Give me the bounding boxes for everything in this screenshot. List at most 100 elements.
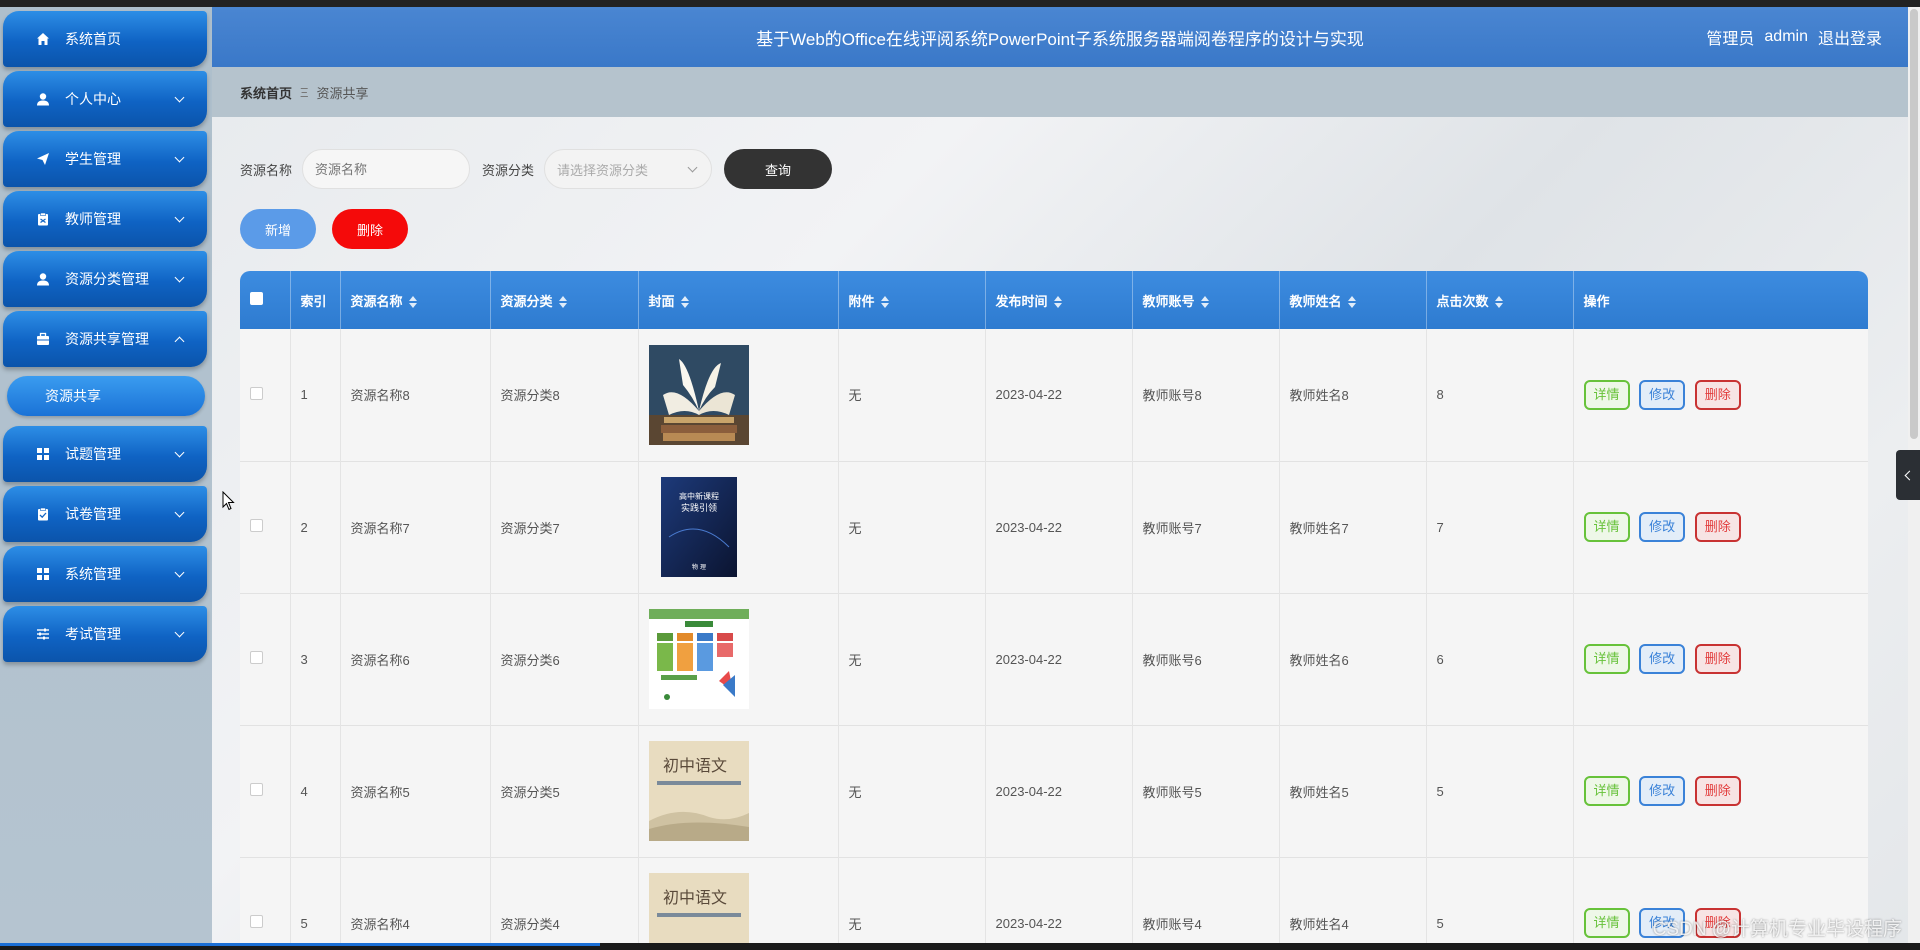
- sidebar-item-home[interactable]: 系统首页: [3, 11, 207, 67]
- sort-icon[interactable]: [1347, 296, 1356, 309]
- edit-button[interactable]: 修改: [1639, 379, 1686, 410]
- scrollbar-thumb[interactable]: [1910, 9, 1918, 439]
- book-title: 高中新课程: [679, 491, 719, 501]
- column-header-teacher-account[interactable]: 教师账号: [1132, 271, 1280, 329]
- app-window: 系统首页 个人中心 学生管理 教师管理 资源分类管理 资源共享管理 资源共享 试…: [0, 7, 1920, 943]
- cell-attachment: 无: [838, 329, 986, 461]
- breadcrumb-separator: Ξ: [300, 84, 309, 100]
- sidebar-item-resource-sharing[interactable]: 资源共享管理: [3, 311, 207, 367]
- sidebar-item-system-management[interactable]: 系统管理: [3, 546, 207, 602]
- cell-clicks: 8: [1426, 329, 1574, 461]
- cell-teacher-account: 教师账号4: [1132, 857, 1280, 943]
- sidebar-item-student-management[interactable]: 学生管理: [3, 131, 207, 187]
- book-footer: 物 理: [692, 563, 706, 571]
- cell-name: 资源名称4: [340, 857, 491, 943]
- column-header-name[interactable]: 资源名称: [340, 271, 491, 329]
- row-select-cell: [240, 593, 291, 725]
- sort-icon[interactable]: [558, 296, 567, 309]
- edit-button[interactable]: 修改: [1639, 512, 1686, 542]
- chevron-down-icon: [175, 214, 185, 224]
- cell-operations: 详情 修改 删除: [1573, 725, 1868, 857]
- sidebar-item-teacher-management[interactable]: 教师管理: [3, 191, 207, 247]
- sort-icon[interactable]: [1053, 296, 1062, 309]
- user-icon: [35, 271, 51, 287]
- row-checkbox[interactable]: [250, 651, 263, 664]
- column-header-publish-time[interactable]: 发布时间: [985, 271, 1133, 329]
- clipboard-check-icon: [35, 506, 51, 522]
- cell-teacher-name: 教师姓名5: [1279, 725, 1427, 857]
- detail-button[interactable]: 详情: [1583, 379, 1630, 410]
- chevron-down-icon: [175, 449, 185, 459]
- sidebar-item-question-management[interactable]: 试题管理: [3, 426, 207, 482]
- detail-button[interactable]: 详情: [1583, 908, 1630, 938]
- cell-teacher-name: 教师姓名7: [1279, 461, 1427, 593]
- column-label: 附件: [848, 293, 875, 309]
- sidebar-item-exam-management[interactable]: 考试管理: [3, 606, 207, 662]
- sidebar-item-exam-paper-management[interactable]: 试卷管理: [3, 486, 207, 542]
- cell-cover: 初中语文: [638, 725, 839, 857]
- row-checkbox[interactable]: [250, 386, 263, 400]
- cell-index: 5: [290, 857, 341, 943]
- sliders-icon: [35, 626, 51, 642]
- select-all-checkbox[interactable]: [250, 292, 263, 305]
- edit-button[interactable]: 修改: [1639, 776, 1686, 806]
- cell-teacher-account: 教师账号5: [1132, 725, 1280, 857]
- delete-button[interactable]: 删除: [1694, 512, 1741, 542]
- cell-index: 3: [290, 593, 341, 725]
- column-header-teacher-name[interactable]: 教师姓名: [1279, 271, 1427, 329]
- detail-button[interactable]: 详情: [1583, 776, 1630, 806]
- chevron-down-icon: [175, 569, 185, 579]
- cell-name: 资源名称6: [340, 593, 491, 725]
- resource-name-input[interactable]: [302, 149, 471, 189]
- row-checkbox[interactable]: [250, 783, 263, 796]
- row-checkbox[interactable]: [250, 915, 263, 928]
- cell-cover: [638, 593, 839, 725]
- column-header-attachment[interactable]: 附件: [838, 271, 986, 329]
- submenu-item-resource-sharing[interactable]: 资源共享: [7, 376, 205, 416]
- sort-icon[interactable]: [680, 296, 689, 309]
- sort-icon[interactable]: [1494, 296, 1503, 309]
- column-label: 操作: [1583, 293, 1610, 309]
- cell-clicks: 7: [1426, 461, 1574, 593]
- logout-link[interactable]: 退出登录: [1818, 25, 1882, 49]
- detail-button[interactable]: 详情: [1583, 512, 1630, 542]
- query-button[interactable]: 查询: [724, 149, 833, 189]
- send-icon: [35, 151, 51, 167]
- column-header-cover[interactable]: 封面: [638, 271, 839, 329]
- chevron-down-icon: [175, 509, 185, 519]
- resource-name-label: 资源名称: [240, 162, 293, 178]
- sidebar-item-personal-center[interactable]: 个人中心: [3, 71, 207, 127]
- chevron-down-icon: [175, 629, 185, 639]
- sort-icon[interactable]: [408, 296, 417, 309]
- add-button[interactable]: 新增: [240, 209, 316, 249]
- column-header-category[interactable]: 资源分类: [490, 271, 639, 329]
- sidebar-item-resource-category[interactable]: 资源分类管理: [3, 251, 207, 307]
- user-area: 管理员 admin 退出登录: [1696, 7, 1882, 67]
- column-header-clicks[interactable]: 点击次数: [1426, 271, 1574, 329]
- collapse-panel-toggle[interactable]: [1896, 450, 1920, 500]
- row-select-cell: [240, 329, 291, 461]
- resource-category-select[interactable]: 请选择资源分类: [544, 149, 713, 189]
- chevron-down-icon: [175, 94, 185, 104]
- book-title: 初中语文: [662, 888, 726, 907]
- sort-icon[interactable]: [880, 296, 889, 309]
- resource-table-wrapper: 索引 资源名称 资源分类 封面 附件 发布时间 教师账号 教师姓名 点击次数 操…: [240, 271, 1868, 943]
- sidebar-item-label: 学生管理: [65, 151, 121, 167]
- cell-attachment: 无: [838, 725, 986, 857]
- batch-delete-button[interactable]: 删除: [332, 209, 408, 249]
- grid-icon: [35, 446, 51, 462]
- delete-button[interactable]: 删除: [1694, 776, 1741, 806]
- column-header-index: 索引: [290, 271, 341, 329]
- row-checkbox[interactable]: [250, 519, 263, 532]
- mouse-cursor-icon: [222, 491, 235, 511]
- edit-button[interactable]: 修改: [1639, 644, 1686, 674]
- delete-button[interactable]: 删除: [1694, 379, 1741, 410]
- breadcrumb-current: 资源共享: [316, 85, 369, 101]
- watermark: CSDN @计算机专业毕设程序: [1652, 919, 1902, 940]
- detail-button[interactable]: 详情: [1583, 644, 1630, 674]
- column-label: 教师账号: [1142, 293, 1195, 309]
- sort-icon[interactable]: [1200, 296, 1209, 309]
- cell-cover: [638, 329, 839, 461]
- breadcrumb-home[interactable]: 系统首页: [240, 83, 292, 102]
- delete-button[interactable]: 删除: [1694, 644, 1741, 674]
